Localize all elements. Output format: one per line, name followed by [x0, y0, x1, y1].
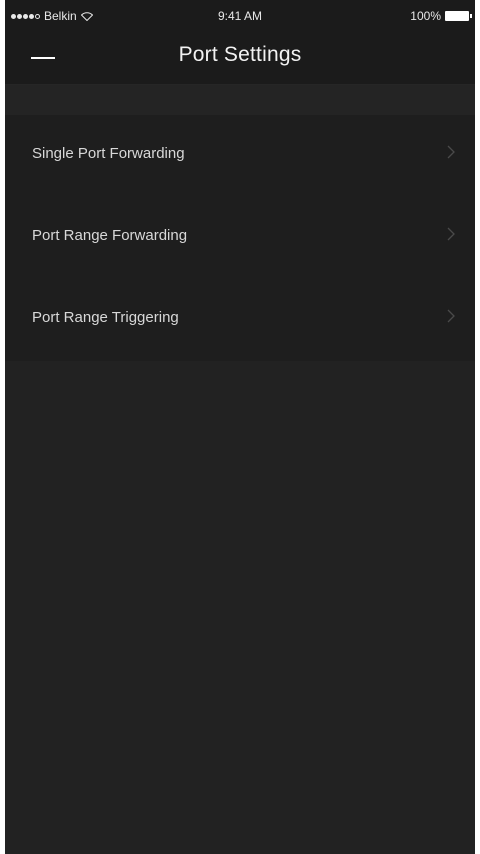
list-item-port-range-triggering[interactable]: Port Range Triggering: [5, 279, 475, 361]
hamburger-menu-icon: [31, 57, 55, 59]
section-spacer: [5, 85, 475, 115]
list-item-label: Port Range Triggering: [32, 309, 179, 326]
menu-button[interactable]: [19, 44, 63, 72]
chevron-right-icon: [447, 227, 455, 241]
chevron-right-icon: [447, 145, 455, 159]
app-screen: Belkin 9:41 AM 100% Port Settings Single…: [5, 0, 475, 854]
list-item-single-port-forwarding[interactable]: Single Port Forwarding: [5, 115, 475, 197]
battery-icon: [445, 11, 472, 21]
page-title: Port Settings: [178, 43, 302, 66]
list-item-label: Port Range Forwarding: [32, 227, 188, 244]
list-item-port-range-forwarding[interactable]: Port Range Forwarding: [5, 197, 475, 279]
battery-percent: 100%: [410, 9, 441, 23]
port-settings-list: Single Port Forwarding Port Range Forwar…: [5, 115, 475, 361]
list-item-label: Single Port Forwarding: [32, 145, 185, 162]
status-bar: Belkin 9:41 AM 100%: [5, 0, 475, 32]
chevron-right-icon: [447, 309, 455, 323]
navigation-bar: Port Settings: [5, 32, 475, 85]
status-right: 100%: [410, 9, 472, 23]
status-time: 9:41 AM: [217, 9, 263, 23]
